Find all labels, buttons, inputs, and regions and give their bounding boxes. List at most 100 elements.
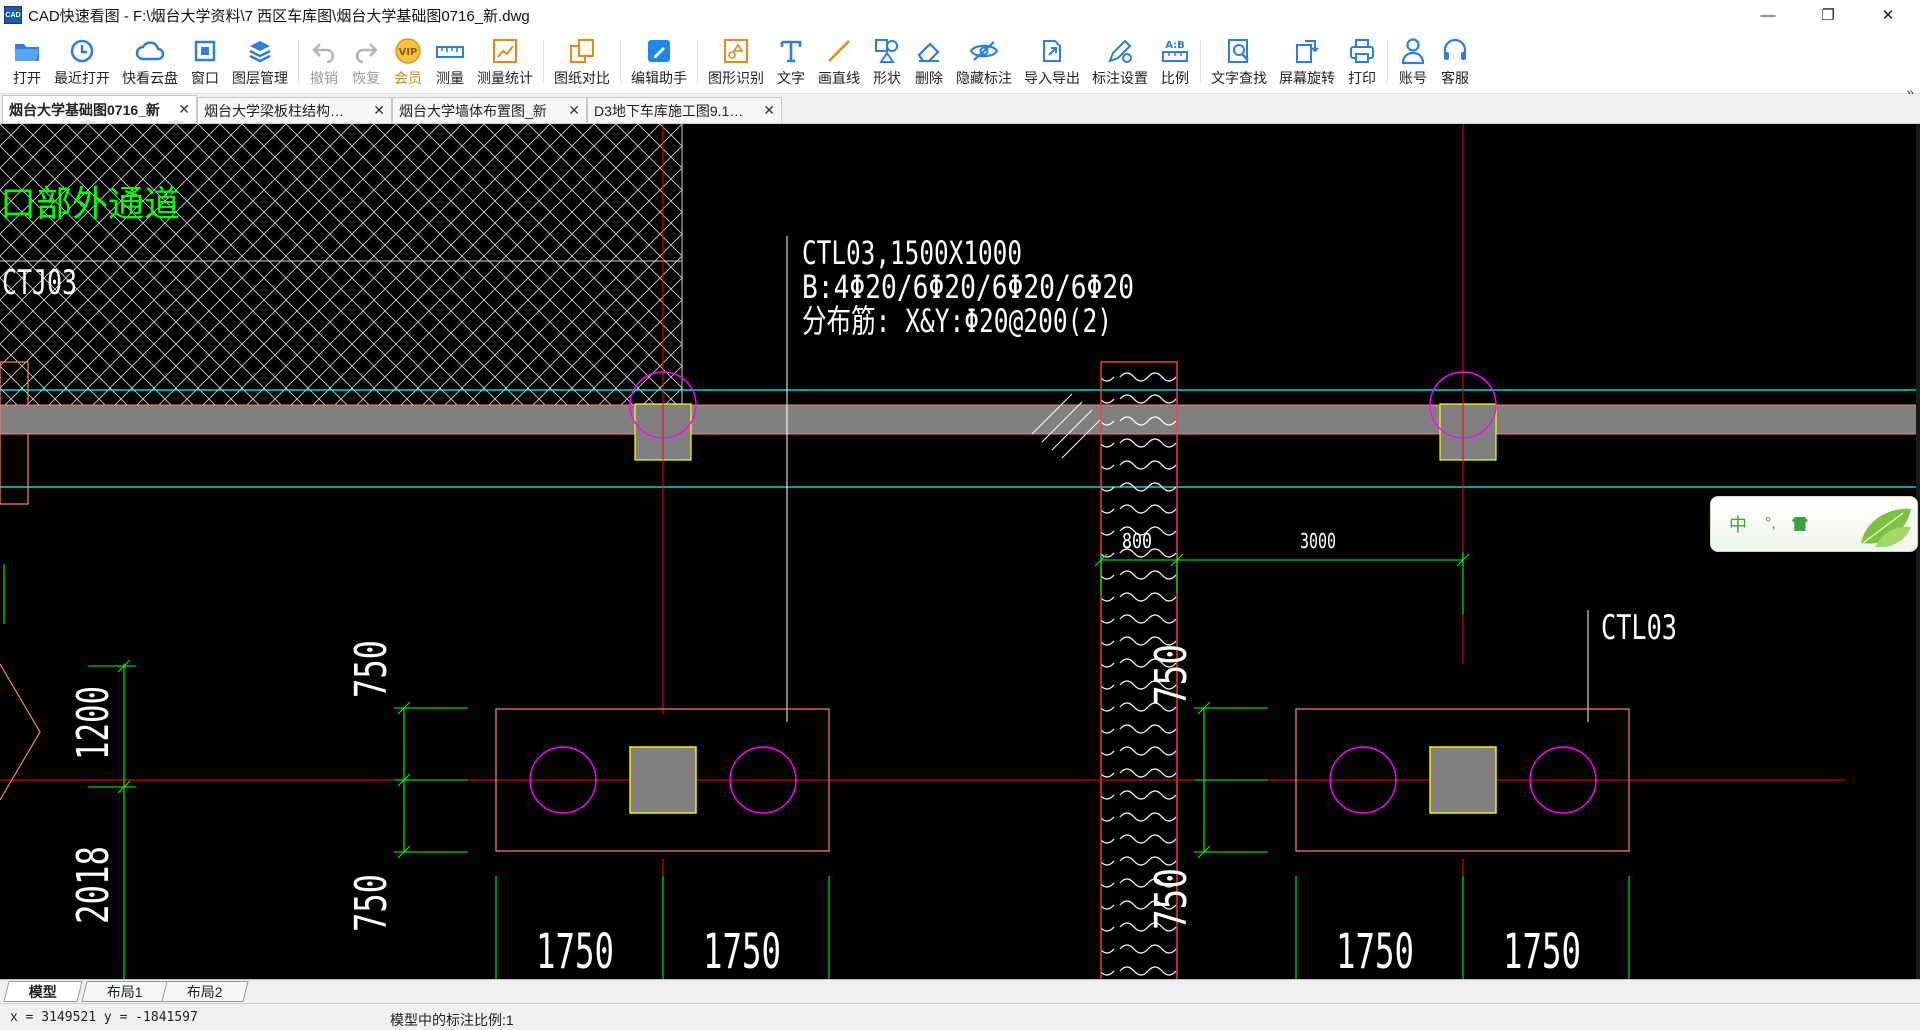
doc-tab-label: 烟台大学墙体布置图_新 [399,102,547,119]
text-search-button[interactable]: 文字查找 [1205,30,1273,94]
close-icon[interactable]: ✕ [178,101,190,118]
measure-stats-icon [490,36,520,66]
delete-button[interactable]: 删除 [908,30,950,94]
close-icon[interactable]: ✕ [763,102,775,119]
headset-icon [1440,36,1470,66]
tab-model[interactable]: 模型 [3,981,83,1002]
hide-eye-icon [969,36,999,66]
dimension-1750: 1750 [1336,924,1414,979]
ime-language-toggle[interactable]: 中 [1729,511,1747,537]
doc-tab-wall-layout[interactable]: 烟台大学墙体布置图_新 ✕ [392,97,587,123]
close-button[interactable]: ✕ [1860,0,1916,30]
annotation-line-3: 分布筋: X&Y:Φ20@200(2) [802,302,1112,340]
line-icon [824,36,854,66]
dimension-2018: 2018 [68,846,119,924]
dimension-800: 800 [1122,529,1152,553]
beam [0,404,1920,435]
window-title: CAD快速看图 - F:\烟台大学资料\7 西区车库图\烟台大学基础图0716_… [28,7,530,25]
dimension-1750: 1750 [1503,924,1581,979]
annotation-settings-button[interactable]: 标注设置 [1086,30,1154,94]
vertical-scrollbar[interactable] [1916,124,1920,979]
doc-tab-beam-column[interactable]: 烟台大学梁板柱结构… ✕ [197,97,392,123]
scale-button[interactable]: A:B 比例 [1154,30,1196,94]
close-icon[interactable]: ✕ [373,102,385,119]
channel-label: 口部外通道 [0,184,180,225]
hatched-region [0,124,682,406]
text-tool-button[interactable]: 文字 [770,30,812,94]
dimension-1750: 1750 [703,924,781,979]
edit-assistant-button[interactable]: 编辑助手 [625,30,693,94]
svg-text:A:B: A:B [1165,40,1185,51]
status-bar: x = 3149521 y = -1841597 模型中的标注比例:1 [0,1003,1920,1030]
measure-stats-button[interactable]: 测量统计 [471,30,539,94]
printer-icon [1347,36,1377,66]
window-icon [190,36,220,66]
window-button[interactable]: 窗口 [184,30,226,94]
eraser-icon [914,36,944,66]
dimension-750-mid-bottom: 750 [1146,868,1197,930]
doc-tab-label: D3地下车库施工图9.1… [594,102,744,119]
customer-service-button[interactable]: 客服 [1434,30,1476,94]
layer-manager-button[interactable]: 图层管理 [226,30,294,94]
dimension-1200: 1200 [68,686,119,760]
import-export-icon [1037,36,1067,66]
shapes-icon [872,36,902,66]
undo-button[interactable]: 撤销 [303,30,345,94]
text-search-icon [1224,36,1254,66]
import-export-button[interactable]: 导入导出 [1018,30,1086,94]
column [1429,746,1497,814]
screen-rotate-icon [1292,36,1322,66]
redo-icon [351,36,381,66]
account-button[interactable]: 账号 [1392,30,1434,94]
vip-button[interactable]: VIP 会员 [387,30,429,94]
drawing-canvas[interactable]: 口部外通道 CTJ03 CTL03,1500X1000 B:4Φ20/6Φ20/… [0,124,1920,979]
ruler-icon [435,36,465,66]
edit-assistant-icon [644,36,674,66]
dimension-750-mid-top: 750 [1146,644,1197,706]
hide-annotation-button[interactable]: 隐藏标注 [950,30,1018,94]
tab-layout1[interactable]: 布局1 [81,981,169,1002]
shape-tool-button[interactable]: 形状 [866,30,908,94]
user-icon [1398,36,1428,66]
close-icon[interactable]: ✕ [568,102,580,119]
annotation-line-2: B:4Φ20/6Φ20/6Φ20/6Φ20 [802,268,1134,306]
compare-drawings-button[interactable]: 图纸对比 [548,30,616,94]
redo-button[interactable]: 恢复 [345,30,387,94]
annotation-scale-info: 模型中的标注比例:1 [390,1012,514,1028]
undo-icon [309,36,339,66]
ctl-label-right: CTL03 [1601,608,1677,648]
dimension-lines [3,552,1630,979]
column [629,746,697,814]
text-icon [776,36,806,66]
doc-tab-foundation[interactable]: 烟台大学基础图0716_新 ✕ [2,95,197,123]
open-button[interactable]: 打开 [0,30,48,94]
ime-toolbar[interactable]: 中 °, [1710,496,1918,552]
main-toolbar: 打开 最近打开 快看云盘 窗口 图层管理 撤销 恢复 VIP 会员 测量 测量统… [0,30,1920,100]
app-logo-icon: CAD [4,6,22,24]
shape-recognition-button[interactable]: 图形识别 [702,30,770,94]
screen-rotate-button[interactable]: 屏幕旋转 [1273,30,1341,94]
recent-clock-icon [67,36,97,66]
dimension-1750: 1750 [536,924,614,979]
title-bar: CAD CAD快速看图 - F:\烟台大学资料\7 西区车库图\烟台大学基础图0… [0,0,1920,30]
tab-layout2[interactable]: 布局2 [161,981,249,1002]
annotation-line-1: CTL03,1500X1000 [802,234,1022,272]
minimize-button[interactable]: — [1740,0,1796,30]
cloud-icon [135,36,165,66]
column [1439,403,1497,461]
print-button[interactable]: 打印 [1341,30,1383,94]
doc-tab-label: 烟台大学梁板柱结构… [204,102,344,119]
document-tab-bar: 烟台大学基础图0716_新 ✕ 烟台大学梁板柱结构… ✕ 烟台大学墙体布置图_新… [0,94,1920,124]
open-folder-icon [12,36,42,66]
recent-open-button[interactable]: 最近打开 [48,30,116,94]
layers-icon [245,36,275,66]
measure-button[interactable]: 测量 [429,30,471,94]
cloud-disk-button[interactable]: 快看云盘 [116,30,184,94]
skin-shirt-icon[interactable] [1791,517,1808,531]
svg-text:VIP: VIP [399,47,418,58]
draw-line-button[interactable]: 画直线 [812,30,866,94]
annotation-settings-icon [1105,36,1135,66]
restore-button[interactable]: ❐ [1800,0,1856,30]
ime-punctuation-toggle[interactable]: °, [1765,515,1776,533]
doc-tab-garage[interactable]: D3地下车库施工图9.1… ✕ [587,97,782,123]
